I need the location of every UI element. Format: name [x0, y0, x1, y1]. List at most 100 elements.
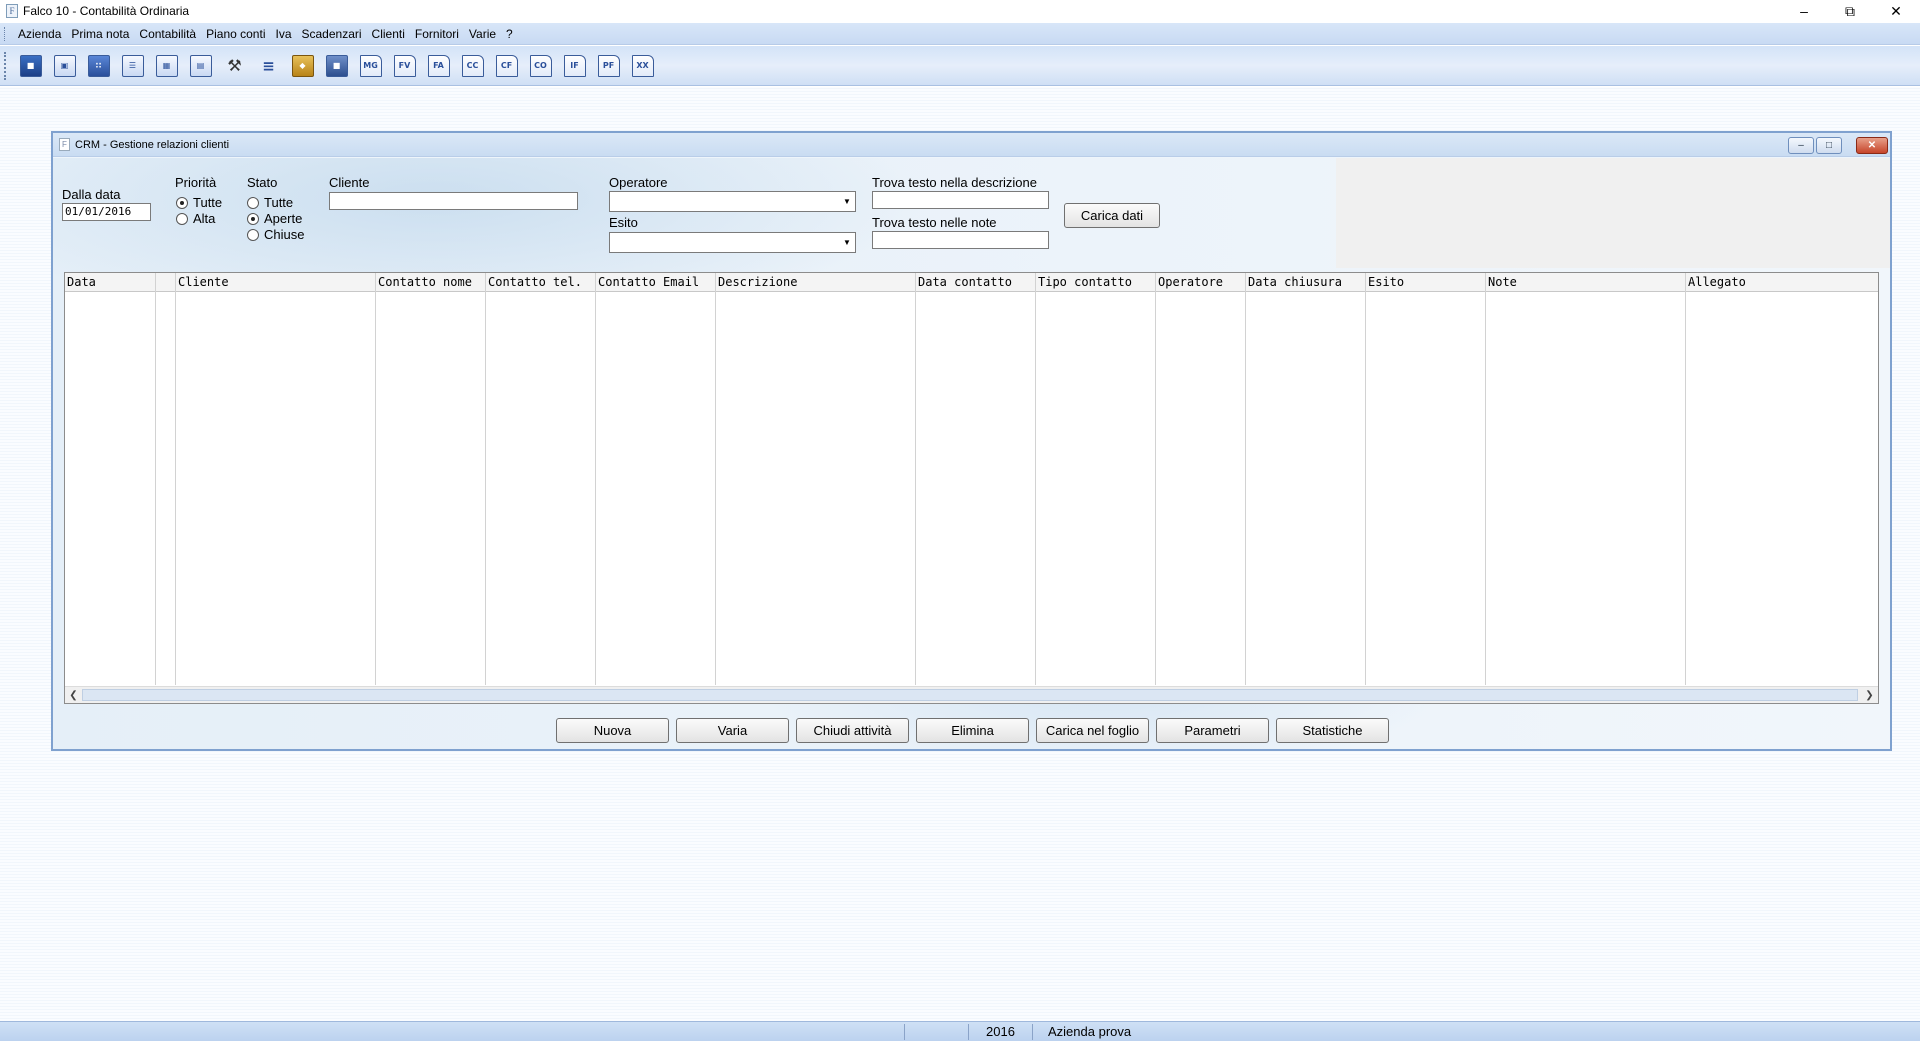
column-header-operatore[interactable]: Operatore	[1156, 273, 1245, 292]
menu-iva[interactable]: Iva	[270, 27, 296, 41]
column-header-descrizione[interactable]: Descrizione	[716, 273, 915, 292]
status-company: Azienda prova	[1048, 1024, 1132, 1039]
tools-icon[interactable]: ⚒	[221, 52, 248, 79]
scroll-left-icon[interactable]: ❮	[65, 687, 82, 703]
scrollbar-thumb[interactable]	[82, 689, 1858, 701]
restore-icon[interactable]: ⧉	[1827, 0, 1873, 22]
column-data: Data	[65, 273, 156, 685]
stato-tutte-radio[interactable]: Tutte	[247, 195, 293, 210]
doc-fv-icon[interactable]: FV	[391, 52, 418, 79]
print-icon[interactable]: ■	[323, 52, 350, 79]
app-title: Falco 10 - Contabilità Ordinaria	[23, 4, 190, 18]
menu-bar: Azienda Prima nota Contabilità Piano con…	[0, 23, 1920, 45]
agenda-icon[interactable]: ▤	[187, 52, 214, 79]
column-tipo-contatto: Tipo contatto	[1036, 273, 1156, 685]
menu-piano-conti[interactable]: Piano conti	[201, 27, 270, 41]
doc-cf-icon[interactable]: CF	[493, 52, 520, 79]
crm-close-icon[interactable]: ✕	[1856, 137, 1888, 154]
column-header-note[interactable]: Note	[1486, 273, 1685, 292]
doc-fa-icon[interactable]: FA	[425, 52, 452, 79]
scroll-right-icon[interactable]: ❯	[1861, 687, 1878, 703]
doc-xx-icon[interactable]: XX	[629, 52, 656, 79]
cliente-label: Cliente	[329, 175, 370, 190]
column-header-contatto-email[interactable]: Contatto Email	[596, 273, 715, 292]
menu-fornitori[interactable]: Fornitori	[410, 27, 464, 41]
app-title-bar: F Falco 10 - Contabilità Ordinaria – ⧉ ✕	[0, 0, 1920, 22]
chevron-down-icon: ▼	[843, 197, 851, 206]
varia-button[interactable]: Varia	[676, 718, 789, 743]
menu-clienti[interactable]: Clienti	[367, 27, 410, 41]
carica-dati-button[interactable]: Carica dati	[1064, 203, 1160, 228]
crm-title-bar: F CRM - Gestione relazioni clienti – □ ✕	[53, 133, 1890, 157]
tree-icon[interactable]: ≡	[255, 52, 282, 79]
crm-window-icon: F	[59, 138, 70, 151]
column-header-contatto-tel[interactable]: Contatto tel.	[486, 273, 595, 292]
doc-pf-icon[interactable]: PF	[595, 52, 622, 79]
parametri-button[interactable]: Parametri	[1156, 718, 1269, 743]
doc-mg-icon[interactable]: MG	[357, 52, 384, 79]
column-header-flag[interactable]	[156, 273, 175, 292]
cliente-input[interactable]	[329, 192, 578, 210]
column-header-esito[interactable]: Esito	[1366, 273, 1485, 292]
column-header-contatto-nome[interactable]: Contatto nome	[376, 273, 485, 292]
dalla-data-input[interactable]: 01/01/2016	[62, 203, 151, 221]
carica-nel-foglio-button[interactable]: Carica nel foglio	[1036, 718, 1149, 743]
table-icon[interactable]: ☰	[119, 52, 146, 79]
priorita-tutte-radio[interactable]: Tutte	[176, 195, 222, 210]
column-data-contatto: Data contatto	[916, 273, 1036, 685]
nuova-button[interactable]: Nuova	[556, 718, 669, 743]
status-bar: 2016 Azienda prova	[0, 1021, 1920, 1041]
crm-minimize-icon[interactable]: –	[1788, 137, 1814, 154]
column-header-cliente[interactable]: Cliente	[176, 273, 375, 292]
stato-chiuse-radio[interactable]: Chiuse	[247, 227, 304, 242]
close-icon[interactable]: ✕	[1873, 0, 1919, 22]
menu-azienda[interactable]: Azienda	[13, 27, 66, 41]
toolbar-grip	[4, 51, 7, 80]
calendar-icon[interactable]: ▦	[153, 52, 180, 79]
column-note: Note	[1486, 273, 1686, 685]
doc-if-icon[interactable]: IF	[561, 52, 588, 79]
elimina-button[interactable]: Elimina	[916, 718, 1029, 743]
column-header-tipo-contatto[interactable]: Tipo contatto	[1036, 273, 1155, 292]
column-flag	[156, 273, 176, 685]
stato-label: Stato	[247, 175, 278, 190]
trova-note-input[interactable]	[872, 231, 1049, 249]
priorita-label: Priorità	[175, 175, 217, 190]
crm-activities-table[interactable]: Data Cliente Contatto nome Contatto tel.…	[64, 272, 1879, 704]
column-header-data-contatto[interactable]: Data contatto	[916, 273, 1035, 292]
status-year: 2016	[986, 1024, 1015, 1039]
filter-empty-area	[1336, 158, 1890, 268]
column-header-data[interactable]: Data	[65, 273, 155, 292]
crm-window: F CRM - Gestione relazioni clienti – □ ✕…	[51, 131, 1892, 751]
doc-co-icon[interactable]: CO	[527, 52, 554, 79]
radio-unchecked-icon	[247, 228, 259, 241]
trova-descrizione-input[interactable]	[872, 191, 1049, 209]
menu-prima-nota[interactable]: Prima nota	[66, 27, 134, 41]
crm-title: CRM - Gestione relazioni clienti	[75, 138, 230, 151]
column-contatto-tel: Contatto tel.	[486, 273, 596, 685]
column-allegato: Allegato	[1686, 273, 1878, 685]
menu-help[interactable]: ?	[501, 27, 518, 41]
menu-contabilita[interactable]: Contabilità	[134, 27, 201, 41]
archive-icon[interactable]: ◆	[289, 52, 316, 79]
minimize-icon[interactable]: –	[1781, 0, 1827, 22]
exit-door-icon[interactable]: ■	[17, 52, 44, 79]
column-header-allegato[interactable]: Allegato	[1686, 273, 1878, 292]
crm-maximize-icon[interactable]: □	[1816, 137, 1842, 154]
toolbar: ■ ▣ ∷ ☰ ▦ ▤ ⚒ ≡ ◆ ■ MG FV FA CC CF CO IF…	[0, 46, 1920, 86]
statistiche-button[interactable]: Statistiche	[1276, 718, 1389, 743]
menu-varie[interactable]: Varie	[464, 27, 501, 41]
doc-cc-icon[interactable]: CC	[459, 52, 486, 79]
menu-scadenzari[interactable]: Scadenzari	[297, 27, 367, 41]
crm-body: Dalla data 01/01/2016 Priorità Tutte Alt…	[53, 158, 1890, 749]
column-header-data-chiusura[interactable]: Data chiusura	[1246, 273, 1365, 292]
esito-select[interactable]: ▼	[609, 232, 856, 253]
operatore-select[interactable]: ▼	[609, 191, 856, 212]
menu-grip	[4, 26, 7, 41]
windows-icon[interactable]: ▣	[51, 52, 78, 79]
stato-aperte-radio[interactable]: Aperte	[247, 211, 302, 226]
priorita-alta-radio[interactable]: Alta	[176, 211, 215, 226]
chiudi-attivita-button[interactable]: Chiudi attività	[796, 718, 909, 743]
calculator-icon[interactable]: ∷	[85, 52, 112, 79]
horizontal-scrollbar[interactable]: ❮ ❯	[65, 686, 1878, 703]
